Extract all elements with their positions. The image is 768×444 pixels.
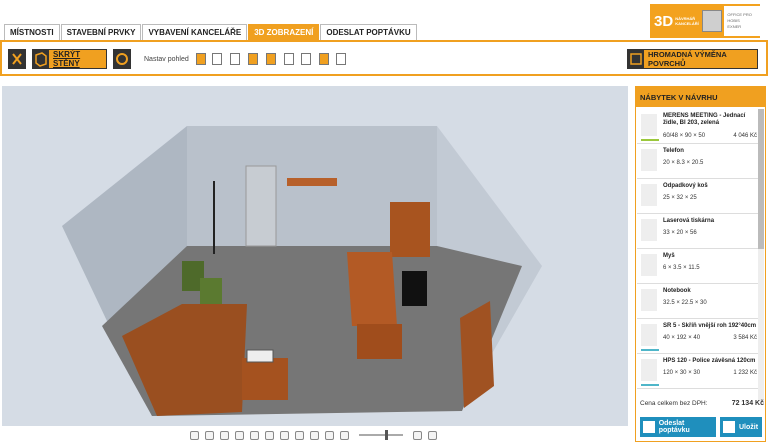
save-icon — [723, 421, 735, 433]
desk-drawer — [357, 324, 402, 359]
tab-office-equipment[interactable]: VYBAVENÍ KANCELÁŘE — [142, 24, 248, 40]
logo-3d-text: 3D — [654, 12, 674, 30]
cabinet-thumb-icon — [641, 324, 657, 346]
save-button[interactable]: Uložit — [720, 417, 762, 437]
list-item[interactable]: MERENS MEETING - Jednací židle, BI 203, … — [637, 109, 759, 144]
move-left-icon[interactable] — [190, 430, 199, 440]
view-preset-9-icon[interactable] — [336, 53, 346, 65]
view-preset-7-icon[interactable] — [301, 53, 311, 65]
view-preset-3-icon[interactable] — [230, 53, 240, 65]
shelf-thumb-icon — [641, 359, 657, 381]
list-item[interactable]: Telefon 20 × 8.3 × 20.5 — [637, 144, 759, 179]
bulk-surface-change-button[interactable]: HROMADNÁ VÝMĚNA POVRCHŮ — [627, 49, 758, 69]
light-icon[interactable] — [413, 430, 422, 440]
list-item[interactable]: HPS 120 - Police závěsná 120cm 120 × 30 … — [637, 354, 759, 389]
item-color-bar — [641, 139, 659, 141]
brightness-slider-knob[interactable] — [385, 430, 388, 440]
settings-icon[interactable] — [428, 430, 437, 440]
rotate-button[interactable] — [113, 49, 131, 69]
walls-icon — [33, 50, 49, 68]
move-right-icon[interactable] — [205, 430, 214, 440]
logo-cube-icon — [701, 10, 723, 32]
view-preset-1-icon[interactable] — [196, 53, 206, 65]
phone-thumb-icon — [641, 149, 657, 171]
desk — [347, 252, 397, 326]
tab-send-request[interactable]: ODESLAT POPTÁVKU — [320, 24, 417, 40]
pan-down-icon[interactable] — [295, 430, 304, 440]
pan-left-icon[interactable] — [250, 430, 259, 440]
surface-icon — [628, 50, 644, 68]
brightness-slider[interactable] — [359, 430, 403, 440]
zoom-in-icon[interactable] — [310, 430, 319, 440]
tools-icon — [9, 50, 25, 68]
move-up-icon[interactable] — [220, 430, 229, 440]
pan-up-icon[interactable] — [280, 430, 289, 440]
list-item[interactable]: SR 5 - Skříň vnější roh 192°40cm 40 × 19… — [637, 319, 759, 354]
zoom-out-icon[interactable] — [325, 430, 334, 440]
logo-subtitle: NÁVRHÁŘ KANCELÁŘÍ — [675, 16, 699, 26]
list-item[interactable]: Odpadkový koš 25 × 32 × 25 — [637, 179, 759, 214]
view-preset-2-icon[interactable] — [212, 53, 222, 65]
view-preset-4-icon[interactable] — [248, 53, 258, 65]
3d-viewport[interactable] — [2, 86, 628, 426]
logo-partners: OFFICE PRO HOBIS EXNER — [724, 6, 760, 36]
move-down-icon[interactable] — [235, 430, 244, 440]
bulk-surface-label: HROMADNÁ VÝMĚNA POVRCHŮ — [648, 50, 727, 68]
view-toolbar: SKRÝT STĚNY Nastav pohled HROMADNÁ VÝMĚN… — [0, 40, 768, 76]
view-label: Nastav pohled — [144, 56, 189, 63]
cabinet-back — [390, 202, 430, 257]
scrollbar-thumb[interactable] — [758, 109, 764, 249]
trash-bin-thumb-icon — [641, 184, 657, 206]
office-chair — [402, 271, 427, 306]
viewport-controls — [190, 428, 437, 442]
wall-shelf — [287, 178, 337, 186]
mouse-thumb-icon — [641, 254, 657, 276]
view-preset-8-icon[interactable] — [319, 53, 329, 65]
chair-thumb-icon — [641, 114, 657, 136]
rotate-icon — [114, 50, 130, 68]
side-table — [242, 358, 288, 400]
send-request-button[interactable]: Odeslat poptávku — [640, 417, 716, 437]
door — [245, 165, 277, 247]
panel-title: NÁBYTEK V NÁVRHU — [636, 87, 765, 107]
brand-logo: 3D NÁVRHÁŘ KANCELÁŘÍ OFFICE PRO HOBIS EX… — [650, 4, 760, 38]
tools-button[interactable] — [8, 49, 26, 69]
furniture-list[interactable]: MERENS MEETING - Jednací židle, BI 203, … — [637, 109, 759, 401]
tab-rooms[interactable]: MÍSTNOSTI — [4, 24, 60, 40]
printer — [246, 349, 274, 363]
chair-2 — [200, 278, 222, 306]
cart-icon — [643, 421, 655, 433]
tab-building-elements[interactable]: STAVEBNÍ PRVKY — [60, 24, 142, 40]
list-item[interactable]: Laserová tiskárna 33 × 20 × 56 — [637, 214, 759, 249]
item-color-bar — [641, 349, 659, 351]
pan-right-icon[interactable] — [265, 430, 274, 440]
view-preset-6-icon[interactable] — [284, 53, 294, 65]
total-price: Cena celkem bez DPH: 72 134 Kč — [640, 400, 764, 407]
main-tabs: MÍSTNOSTI STAVEBNÍ PRVKY VYBAVENÍ KANCEL… — [4, 24, 418, 40]
tab-3d-view[interactable]: 3D ZOBRAZENÍ — [248, 24, 320, 40]
notebook-thumb-icon — [641, 289, 657, 311]
total-value: 72 134 Kč — [731, 400, 764, 407]
list-item[interactable]: Myš 6 × 3.5 × 11.5 — [637, 249, 759, 284]
item-color-bar — [641, 384, 659, 386]
furniture-panel: NÁBYTEK V NÁVRHU MERENS MEETING - Jednac… — [635, 86, 766, 442]
view-preset-5-icon[interactable] — [266, 53, 276, 65]
list-scrollbar[interactable] — [758, 109, 764, 401]
total-label: Cena celkem bez DPH: — [640, 400, 708, 407]
list-item[interactable]: Notebook 32.5 × 22.5 × 30 — [637, 284, 759, 319]
room-render — [62, 126, 542, 416]
hide-walls-button[interactable]: SKRÝT STĚNY — [32, 49, 107, 69]
hide-walls-label: SKRÝT STĚNY — [53, 50, 81, 68]
cabinet-right — [460, 301, 494, 408]
zoom-fit-icon[interactable] — [340, 430, 349, 440]
printer-thumb-icon — [641, 219, 657, 241]
